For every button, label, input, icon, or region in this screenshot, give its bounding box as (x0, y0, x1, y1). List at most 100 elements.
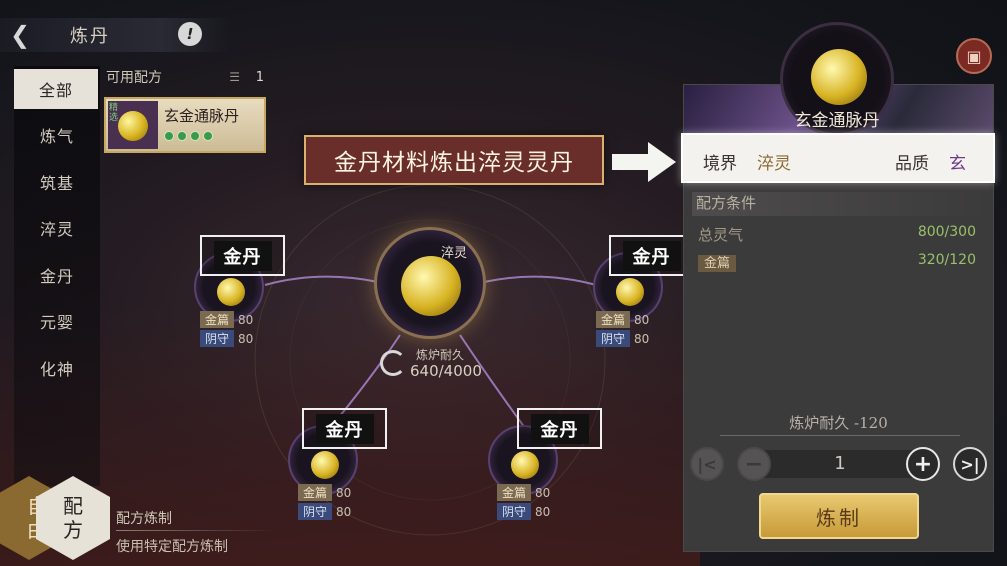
stat-key: 阴守 (298, 503, 332, 520)
rating-dot-icon (164, 131, 174, 141)
stat-key: 阴守 (497, 503, 531, 520)
sidebar-item-huashen[interactable]: 化神 (14, 345, 100, 392)
stat-value: 80 (535, 505, 551, 519)
sidebar-item-yuanying[interactable]: 元婴 (14, 298, 100, 345)
scroll-icon: ☰ (229, 70, 240, 84)
recipe-list-title: 可用配方 (106, 70, 162, 86)
pill-thumbnail: 精选 (108, 101, 158, 149)
realm-label: 境界 (703, 154, 737, 174)
stat-value: 80 (238, 332, 254, 346)
stat-key: 金篇 (596, 311, 630, 328)
slot-label-box: 金丹 (200, 235, 285, 276)
divider (116, 530, 276, 531)
pill-icon (616, 278, 644, 306)
condition-key: 金篇 (698, 255, 737, 272)
rating-dot-icon (177, 131, 187, 141)
recipe-card[interactable]: 精选 玄金通脉丹 (104, 97, 266, 153)
conditions-title: 配方条件 (692, 192, 988, 216)
stat-value: 80 (634, 332, 650, 346)
sidebar-item-label: 化神 (39, 359, 74, 379)
slot-label-box: 金丹 (302, 408, 387, 449)
quantity-plus-button[interactable]: + (906, 447, 940, 481)
sidebar-item-cuiling[interactable]: 淬灵 (14, 205, 100, 252)
category-sidebar: 全部 炼气 筑基 淬灵 金丹 元婴 化神 (14, 66, 100, 486)
stat-key: 金篇 (298, 484, 332, 501)
sidebar-item-label: 元婴 (39, 313, 74, 333)
sidebar-item-zhuji[interactable]: 筑基 (14, 159, 100, 206)
pill-icon (311, 451, 339, 479)
slot-stats: 金篇 80 阴守 80 (298, 484, 351, 520)
durability-value: 640/4000 (410, 362, 482, 380)
slot-label: 金丹 (213, 240, 272, 271)
sidebar-item-lianqi[interactable]: 炼气 (14, 112, 100, 159)
sidebar-item-label: 炼气 (39, 127, 74, 147)
recipe-list-header: 可用配方 ☰ 1 (106, 66, 266, 88)
furnace-cost: 炼炉耐久 -120 (789, 414, 888, 432)
condition-row: 金篇 320/120 (698, 252, 980, 272)
realm-value: 淬灵 (757, 154, 791, 174)
condition-key: 总灵气 (698, 226, 744, 244)
stat-key: 金篇 (200, 311, 234, 328)
slot-label: 金丹 (530, 413, 589, 444)
top-bar: ❮ 炼丹 ! (0, 18, 230, 52)
rating-dot-icon (203, 131, 213, 141)
stat-value: 80 (634, 313, 650, 327)
pill-icon (217, 278, 245, 306)
slot-label: 金丹 (315, 413, 374, 444)
pill-icon (511, 451, 539, 479)
slot-stats: 金篇 80 阴守 80 (200, 311, 253, 347)
stat-key: 金篇 (497, 484, 531, 501)
slot-stats: 金篇 80 阴守 80 (596, 311, 649, 347)
page-title: 炼丹 (70, 26, 110, 47)
sidebar-item-jindan[interactable]: 金丹 (14, 252, 100, 299)
quantity-value: 1 (834, 453, 846, 474)
stat-key: 阴守 (596, 330, 630, 347)
slot-label: 金丹 (622, 240, 681, 271)
craft-label: 炼制 (816, 505, 862, 530)
condition-value: 800/300 (917, 224, 976, 240)
exchange-icon[interactable]: ▣ (956, 38, 992, 74)
furnace-main-slot[interactable]: 淬灵 (374, 227, 486, 339)
durability-label: 炼炉耐久 (416, 348, 465, 362)
condition-value: 320/120 (917, 252, 976, 268)
pill-icon (401, 256, 461, 316)
mode-subtitle: 使用特定配方炼制 (116, 539, 228, 555)
pill-icon (118, 111, 148, 141)
sidebar-item-all[interactable]: 全部 (14, 69, 98, 109)
sidebar-item-label: 淬灵 (39, 220, 74, 240)
pill-icon (811, 49, 867, 105)
slot-label-box: 金丹 (609, 235, 694, 276)
realm-quality-box: 境界 淬灵 品质 玄 (681, 133, 995, 183)
slot-stats: 金篇 80 阴守 80 (497, 484, 550, 520)
recipe-name: 玄金通脉丹 (164, 107, 240, 125)
stat-key: 阴守 (200, 330, 234, 347)
furnace-durability: 炼炉耐久 640/4000 (380, 346, 490, 382)
stat-value: 80 (336, 486, 352, 500)
quantity-max-button[interactable]: >| (953, 447, 987, 481)
craft-button[interactable]: 炼制 (759, 493, 919, 539)
stat-value: 80 (535, 486, 551, 500)
quality-value: 玄 (949, 154, 966, 174)
sidebar-item-label: 全部 (38, 81, 73, 100)
recipe-rating (164, 131, 213, 141)
hint-text: 金丹材料炼出淬灵灵丹 (334, 150, 574, 176)
recipe-count: 1 (255, 69, 264, 85)
stat-value: 80 (238, 313, 254, 327)
recipe-mode-label: 配方 (63, 494, 83, 542)
slot-label-box: 金丹 (517, 408, 602, 449)
back-arrow-icon[interactable]: ❮ (0, 18, 40, 52)
rating-dot-icon (190, 131, 200, 141)
mode-title: 配方炼制 (116, 511, 172, 527)
info-icon[interactable]: ! (178, 22, 202, 46)
quality-label: 品质 (895, 154, 929, 174)
quantity-minus-button[interactable]: − (737, 447, 771, 481)
divider (720, 435, 960, 436)
stat-value: 80 (336, 505, 352, 519)
refresh-icon (380, 350, 406, 376)
quantity-min-button[interactable]: |< (690, 447, 724, 481)
hint-callout: 金丹材料炼出淬灵灵丹 (304, 135, 604, 185)
arrow-right-icon (612, 142, 676, 182)
main-slot-label: 淬灵 (441, 246, 468, 261)
condition-row: 总灵气 800/300 (698, 224, 980, 245)
result-pill-name: 玄金通脉丹 (794, 111, 880, 131)
